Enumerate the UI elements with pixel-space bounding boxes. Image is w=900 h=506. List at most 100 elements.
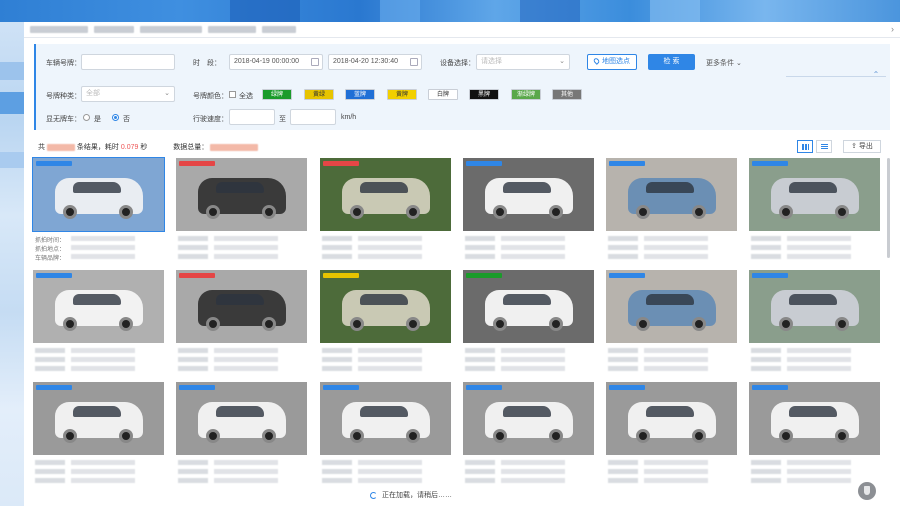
search-button[interactable]: 检 索 (648, 54, 695, 70)
plate-input[interactable] (81, 54, 175, 70)
capture-tag (609, 273, 645, 278)
result-card[interactable] (749, 158, 880, 259)
result-card[interactable] (33, 382, 164, 483)
result-card[interactable] (320, 158, 451, 259)
result-card[interactable] (749, 270, 880, 371)
export-button[interactable]: ⇪ 导出 (843, 140, 881, 153)
plate-color-label: 号牌颜色： (193, 93, 228, 100)
meta-label-redacted (608, 245, 638, 250)
plate-color-chip[interactable]: 渐绿牌 (511, 89, 541, 100)
vehicle-thumbnail[interactable] (320, 158, 451, 231)
meta-value-redacted (644, 478, 708, 483)
calendar-icon[interactable] (410, 58, 418, 66)
vehicle-window (503, 294, 551, 305)
plate-type-select[interactable]: 全部 ⌄ (81, 86, 175, 102)
wheel-shape (549, 205, 563, 219)
wheel-shape (549, 429, 563, 443)
vehicle-thumbnail[interactable] (33, 382, 164, 455)
vehicle-window (360, 182, 408, 193)
select-all-checkbox[interactable] (229, 91, 236, 98)
result-card[interactable] (176, 158, 307, 259)
vehicle-thumbnail[interactable] (463, 270, 594, 343)
vehicle-thumbnail[interactable] (32, 157, 165, 232)
card-meta (751, 236, 878, 263)
meta-line (322, 478, 449, 484)
result-card[interactable] (463, 382, 594, 483)
plate-color-chip[interactable]: 黑牌 (469, 89, 499, 100)
vehicle-thumbnail[interactable] (606, 158, 737, 231)
end-time-input[interactable]: 2018-04-20 12:30:40 (328, 54, 422, 70)
vehicle-thumbnail[interactable] (176, 382, 307, 455)
meta-value-redacted (501, 478, 565, 483)
vehicle-thumbnail[interactable] (176, 270, 307, 343)
result-card[interactable]: 抓拍时间： 抓拍地点： 车辆品牌： (32, 157, 165, 262)
map-select-button[interactable]: 地图选点 (587, 54, 637, 70)
capture-tag (323, 273, 359, 278)
capture-tag (179, 161, 215, 166)
result-card[interactable] (176, 382, 307, 483)
result-card[interactable] (320, 270, 451, 371)
breadcrumb-item[interactable] (30, 26, 88, 33)
calendar-icon[interactable] (311, 58, 319, 66)
sidebar-block[interactable] (0, 92, 24, 114)
breadcrumb-item[interactable] (208, 26, 256, 33)
card-meta (608, 348, 735, 375)
wheel-shape (636, 429, 650, 443)
unplated-yes-radio[interactable] (83, 114, 90, 121)
result-card[interactable] (606, 270, 737, 371)
wheel-shape (692, 429, 706, 443)
breadcrumb-item[interactable] (262, 26, 296, 33)
sidebar-block[interactable] (0, 62, 24, 80)
vehicle-thumbnail[interactable] (749, 158, 880, 231)
meta-value-redacted (358, 236, 422, 241)
chevron-up-icon[interactable]: ⌃ (871, 70, 881, 80)
vehicle-thumbnail[interactable] (320, 382, 451, 455)
result-card[interactable] (606, 158, 737, 259)
meta-line (751, 469, 878, 475)
breadcrumb-item[interactable] (140, 26, 202, 33)
result-card[interactable] (176, 270, 307, 371)
vehicle-thumbnail[interactable] (463, 158, 594, 231)
more-conditions-link[interactable]: 更多条件 ⌄ (706, 58, 742, 68)
speed-max-input[interactable] (290, 109, 336, 125)
meta-line (178, 357, 305, 363)
shield-icon[interactable] (858, 482, 876, 500)
meta-line (465, 469, 592, 475)
vehicle-thumbnail[interactable] (176, 158, 307, 231)
total-count (210, 143, 259, 151)
vehicle-thumbnail[interactable] (749, 270, 880, 343)
vehicle-thumbnail[interactable] (606, 382, 737, 455)
sidebar-block[interactable] (0, 152, 24, 168)
plate-color-chip[interactable]: 蓝牌 (345, 89, 375, 100)
meta-line: 抓拍时间： (35, 236, 162, 244)
plate-color-chip[interactable]: 绿牌 (262, 89, 292, 100)
loading-text: 正在加载，请稍后…… (382, 492, 452, 499)
plate-color-chip[interactable]: 黄牌 (387, 89, 417, 100)
result-card[interactable] (463, 158, 594, 259)
plate-color-chip[interactable]: 黄绿 (304, 89, 334, 100)
meta-label-redacted (465, 478, 495, 483)
result-card[interactable] (606, 382, 737, 483)
scrollbar[interactable] (887, 158, 890, 258)
result-card[interactable] (320, 382, 451, 484)
chevron-right-icon[interactable]: › (891, 24, 894, 34)
start-time-input[interactable]: 2018-04-19 00:00:00 (229, 54, 323, 70)
result-card[interactable] (463, 270, 594, 371)
vehicle-thumbnail[interactable] (749, 382, 880, 455)
plate-color-chip[interactable]: 白牌 (428, 89, 458, 100)
vehicle-thumbnail[interactable] (320, 270, 451, 343)
meta-value-redacted (214, 366, 278, 371)
device-select[interactable]: 请选择 ⌄ (476, 54, 570, 70)
vehicle-thumbnail[interactable] (606, 270, 737, 343)
vehicle-thumbnail[interactable] (33, 270, 164, 343)
list-view-button[interactable] (816, 140, 832, 153)
grid-view-button[interactable] (797, 140, 813, 153)
speed-min-input[interactable] (229, 109, 275, 125)
breadcrumb-item[interactable] (94, 26, 134, 33)
result-card[interactable] (33, 270, 164, 371)
meta-label-redacted (178, 245, 208, 250)
unplated-no-radio[interactable] (112, 114, 119, 121)
vehicle-thumbnail[interactable] (463, 382, 594, 455)
plate-color-chip[interactable]: 其他 (552, 89, 582, 100)
result-card[interactable] (749, 382, 880, 483)
